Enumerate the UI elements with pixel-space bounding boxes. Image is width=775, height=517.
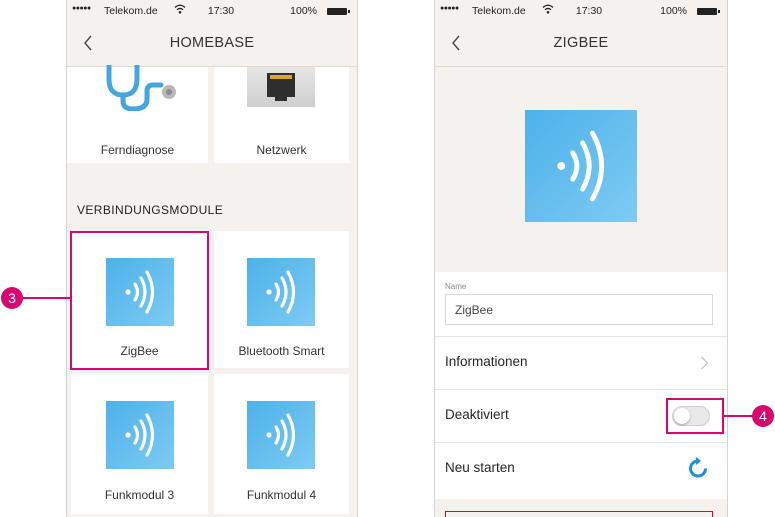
tile-ferndiagnose[interactable]: Ferndiagnose bbox=[67, 62, 208, 163]
wireless-signal-icon bbox=[106, 401, 174, 469]
wifi-icon bbox=[174, 3, 186, 18]
clock-label: 17:30 bbox=[207, 5, 235, 17]
nav-bar: ZIGBEE bbox=[435, 22, 727, 67]
nav-bar: HOMEBASE bbox=[67, 22, 357, 67]
battery-percent: 100% bbox=[660, 5, 687, 17]
battery-icon bbox=[697, 8, 720, 15]
tile-label: Ferndiagnose bbox=[100, 143, 175, 157]
signal-dots-icon: ●●●●● bbox=[72, 5, 91, 12]
callout-line bbox=[724, 415, 753, 417]
status-bar: ●●●●● Telekom.de 17:30 100% bbox=[435, 0, 727, 22]
tile-bluetooth-smart[interactable]: Bluetooth Smart bbox=[214, 231, 349, 368]
tile-netzwerk[interactable]: Netzwerk bbox=[214, 67, 349, 163]
section-title: VERBINDUNGSMODULE bbox=[77, 203, 224, 217]
row-neu-starten[interactable]: Neu starten bbox=[435, 442, 727, 499]
tile-label: Funkmodul 3 bbox=[104, 488, 175, 502]
chevron-right-icon bbox=[700, 356, 709, 370]
row-informationen[interactable]: Informationen bbox=[435, 336, 727, 390]
carrier-label: Telekom.de bbox=[472, 5, 526, 17]
danger-button-edge[interactable] bbox=[445, 511, 713, 517]
zigbee-detail-screen: ●●●●● Telekom.de 17:30 100% ZIGBEE Name … bbox=[434, 0, 728, 517]
row-label: Deaktiviert bbox=[445, 407, 509, 422]
tile-funkmodul-3[interactable]: Funkmodul 3 bbox=[71, 374, 208, 514]
tile-label: Bluetooth Smart bbox=[238, 344, 325, 358]
toggle-highlight-frame bbox=[666, 398, 724, 434]
clock-label: 17:30 bbox=[575, 5, 603, 17]
battery-percent: 100% bbox=[290, 5, 317, 17]
row-label: Neu starten bbox=[445, 460, 515, 475]
callout-badge-4: 4 bbox=[752, 405, 774, 427]
callout-line bbox=[22, 297, 70, 299]
signal-dots-icon: ●●●●● bbox=[440, 5, 459, 12]
tile-label: Funkmodul 4 bbox=[246, 488, 317, 502]
callout-badge-3: 3 bbox=[1, 287, 23, 309]
stethoscope-icon bbox=[101, 62, 181, 112]
page-title: HOMEBASE bbox=[169, 35, 255, 51]
wifi-icon bbox=[542, 3, 554, 18]
page-title: ZIGBEE bbox=[553, 35, 609, 51]
wireless-signal-icon bbox=[247, 401, 315, 469]
row-label: Informationen bbox=[445, 354, 528, 369]
battery-icon bbox=[327, 8, 350, 15]
ethernet-port-icon bbox=[247, 67, 315, 107]
status-bar: ●●●●● Telekom.de 17:30 100% bbox=[67, 0, 357, 22]
name-label: Name bbox=[445, 282, 467, 291]
tile-label: Netzwerk bbox=[256, 143, 307, 157]
zigbee-highlight-frame bbox=[70, 231, 209, 370]
name-field[interactable]: ZigBee bbox=[445, 294, 713, 325]
chevron-left-icon[interactable] bbox=[445, 31, 469, 55]
name-section: Name ZigBee bbox=[435, 272, 727, 336]
tile-funkmodul-4[interactable]: Funkmodul 4 bbox=[214, 374, 349, 514]
carrier-label: Telekom.de bbox=[104, 5, 158, 17]
restart-icon[interactable] bbox=[687, 457, 709, 479]
wireless-signal-icon bbox=[525, 110, 637, 222]
chevron-left-icon[interactable] bbox=[77, 31, 101, 55]
wireless-signal-icon bbox=[247, 258, 315, 326]
